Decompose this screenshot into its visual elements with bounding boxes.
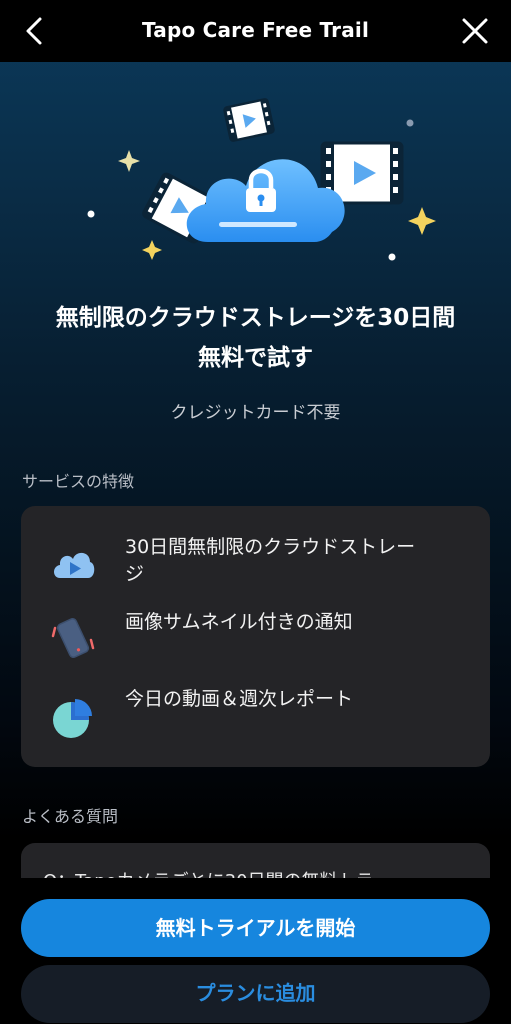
- hero-title: 無制限のクラウドストレージを30日間 無料で試す: [20, 298, 491, 378]
- hero-illustration: [20, 80, 491, 280]
- hero-title-line2: 無料で試す: [198, 345, 313, 371]
- features-card: 30日間無制限のクラウドストレー ジ 画像サムネイル付きの通知 今日の動画＆週次…: [21, 506, 490, 767]
- film-strip-icon: [223, 98, 275, 142]
- features-section-label: サービスの特徴: [22, 472, 135, 491]
- add-to-plan-button[interactable]: プランに追加: [21, 965, 490, 1023]
- cloud-play-icon: [49, 540, 97, 588]
- sparkle-icon: [118, 150, 140, 172]
- close-button[interactable]: [459, 15, 491, 47]
- close-icon: [462, 18, 488, 44]
- start-free-trial-button[interactable]: 無料トライアルを開始: [21, 899, 490, 957]
- phone-notification-icon: [49, 614, 97, 662]
- top-bar: Tapo Care Free Trail: [0, 0, 511, 62]
- cloud-storage-illustration: [87, 98, 436, 261]
- hero-title-line1: 無制限のクラウドストレージを30日間: [55, 305, 456, 331]
- feature-text: 今日の動画＆週次レポート: [125, 688, 354, 710]
- feature-text: 30日間無制限のクラウドストレー ジ: [125, 536, 416, 585]
- feature-text: 画像サムネイル付きの通知: [125, 611, 353, 633]
- sparkle-icon: [408, 207, 436, 235]
- pie-chart-icon: [49, 694, 97, 742]
- page-title: Tapo Care Free Trail: [142, 18, 369, 42]
- screen: Tapo Care Free Trail 無制限のクラウドストレージを30日間 …: [0, 0, 511, 1024]
- faq-section-label: よくある質問: [22, 807, 119, 826]
- hero-subtitle: クレジットカード不要: [170, 403, 341, 423]
- sparkle-icon: [142, 240, 162, 260]
